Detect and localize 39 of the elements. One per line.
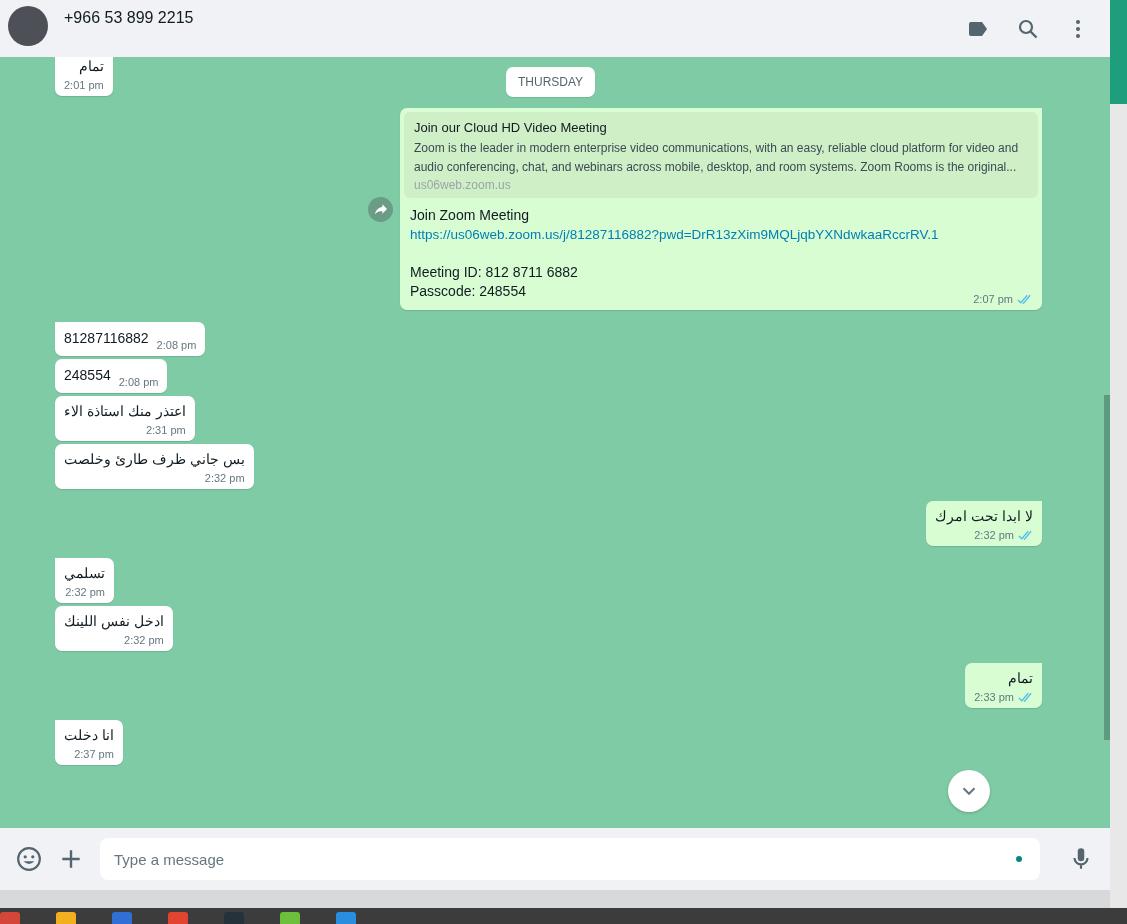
message-time: 2:08 pm [118, 376, 159, 388]
message-link[interactable]: https://us06web.zoom.us/j/81287116882?pwd=DrR13zXim9MQLjqbYXNdwkaaRccrRV.1 [410, 225, 939, 244]
message-text: 248554 [64, 366, 111, 385]
curved-arrow-icon [372, 201, 389, 217]
message-time: 2:32 pm [65, 586, 105, 598]
message-text: انا دخلت [64, 726, 114, 745]
message-text: ادخل نفس اللينك [64, 612, 164, 631]
message-text: تمام [1007, 669, 1033, 688]
preview-title: Join our Cloud HD Video Meeting [414, 120, 608, 135]
message-text: Passcode: 248554 [410, 282, 526, 301]
message-text: بس جاني ظرف طارئ وخلصت [64, 450, 245, 469]
status-dot-icon [1016, 856, 1022, 862]
message-text: اعتذر منك استاذة الاء [64, 402, 186, 421]
message-text: 81287116882 [64, 329, 149, 348]
message-time: 2:08 pm [156, 339, 197, 351]
message-text: تسلمي [64, 564, 105, 583]
contact-avatar[interactable] [8, 6, 48, 46]
forward-button[interactable] [368, 196, 393, 222]
message-time: 2:32 pm [974, 529, 1014, 541]
message-time: 2:01 pm [64, 79, 104, 91]
emoji-icon[interactable] [16, 846, 42, 872]
preview-domain: us06web.zoom.us [414, 178, 512, 192]
message-text: Join Zoom Meeting [410, 206, 530, 225]
message-text: Meeting ID: 812 8711 6882 [410, 263, 578, 282]
message-time: 2:32 pm [124, 634, 164, 646]
app-icon[interactable] [280, 912, 300, 924]
message-time: 2:31 pm [145, 424, 186, 436]
scroll-down-button[interactable] [948, 770, 990, 812]
message-time: 2:37 pm [74, 748, 114, 760]
message-time: 2:32 pm [204, 472, 245, 484]
message-time: 2:33 pm [974, 691, 1014, 703]
app-icon[interactable] [56, 912, 76, 924]
message-input[interactable]: Type a message [100, 838, 1040, 880]
message-text: تمام [77, 57, 104, 76]
contact-name[interactable]: +966 53 899 2215 [64, 9, 194, 27]
message-text: لا ابدا تحت امرك [935, 507, 1033, 526]
message-time: 2:07 pm [973, 293, 1013, 305]
preview-description: Zoom is the leader in modern enterprise video communications, with an easy, reliable cloud platform for video and audio conferencing, chat, and webinars across mobile, desktop, and room systems. Zoom Rooms is the original... [414, 140, 1020, 176]
scrollbar-thumb[interactable] [1104, 395, 1110, 740]
